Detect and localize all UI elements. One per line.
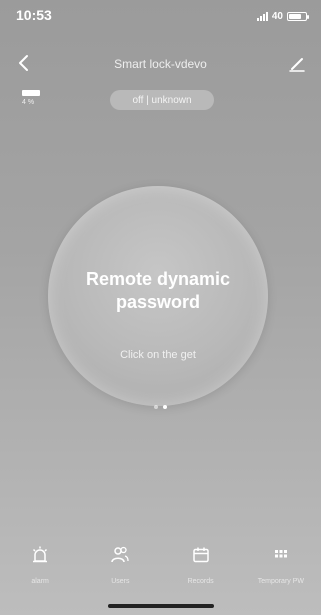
nav-item-temporary-pw[interactable]: Temporary PW (241, 545, 321, 595)
top-nav: Smart lock-vdevo (0, 48, 321, 78)
lock-battery-label: 4 % (22, 99, 35, 106)
page-indicator (0, 405, 321, 409)
lock-battery-icon (22, 90, 40, 96)
calendar-icon (191, 545, 211, 565)
home-indicator[interactable] (108, 604, 214, 608)
nav-label-records: Records (187, 578, 214, 585)
nav-label-users: Users (111, 578, 130, 585)
status-indicators: 40 (256, 9, 309, 23)
network-label: 40 (271, 10, 283, 22)
battery-icon (287, 11, 309, 21)
page-title: Smart lock-vdevo (114, 57, 207, 71)
remote-password-subtitle: Click on the get (120, 349, 196, 361)
signal-icon (256, 11, 268, 21)
nav-label-alarm: alarm (31, 578, 49, 585)
lock-battery-indicator: 4 % (22, 90, 44, 110)
edit-icon[interactable] (287, 54, 307, 74)
page-dot-active[interactable] (163, 405, 167, 409)
nav-item-alarm[interactable]: alarm (0, 545, 80, 595)
lock-status-badge: off | unknown (110, 90, 214, 110)
nav-item-records[interactable]: Records (161, 545, 241, 595)
alarm-icon (30, 545, 50, 565)
status-bar: 10:53 40 (0, 0, 321, 44)
page-dot[interactable] (154, 405, 158, 409)
nav-label-temporary-pw: Temporary PW (257, 578, 305, 585)
status-time: 10:53 (16, 7, 52, 23)
remote-password-title: Remote dynamic password (85, 269, 231, 312)
grid-icon (271, 545, 291, 565)
bottom-nav: alarm Users Records Temporary PW (0, 545, 321, 595)
users-icon (110, 545, 130, 565)
remote-password-button[interactable]: Remote dynamic password Click on the get (48, 186, 268, 406)
nav-item-users[interactable]: Users (80, 545, 160, 595)
